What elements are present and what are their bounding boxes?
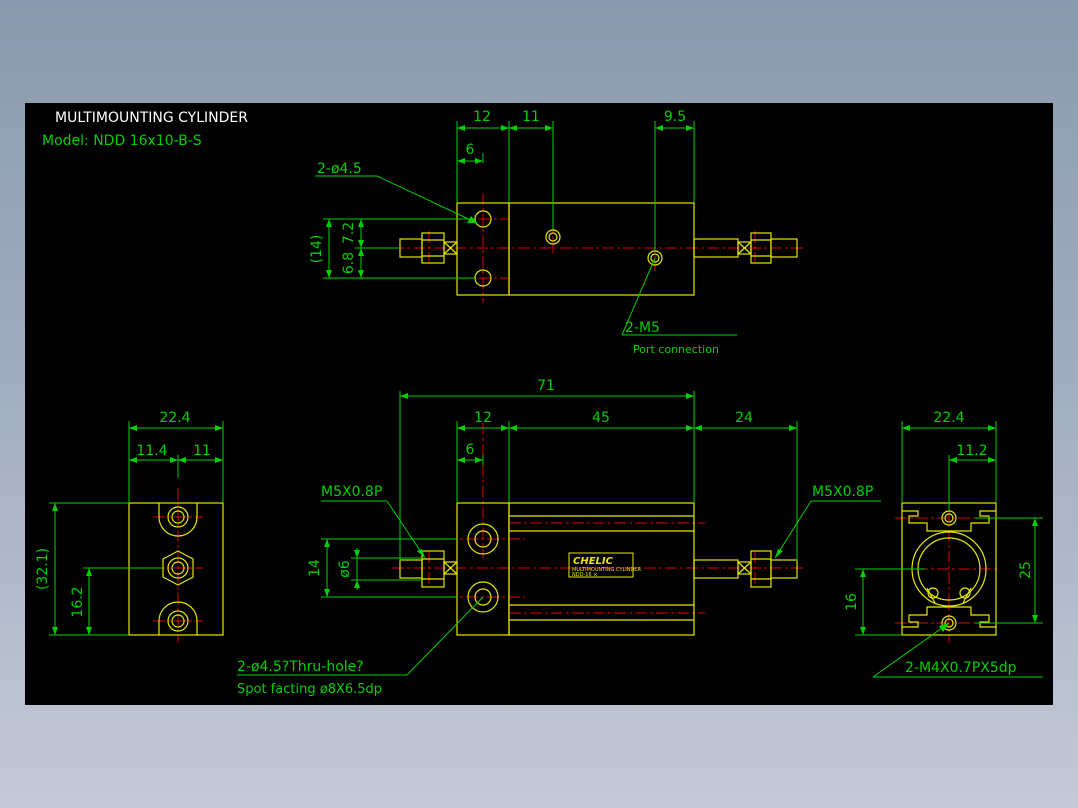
- nameplate-line2: NDD-16 ×: [572, 572, 597, 578]
- front-dim-45: 45: [592, 410, 610, 426]
- right-callout-thread: 2-M4X0.7PX5dp: [905, 660, 1017, 676]
- left-dim-11: 11: [193, 443, 211, 459]
- top-dim-7-2: 7.2: [341, 222, 357, 244]
- model-number: Model: NDD 16x10-B-S: [42, 133, 202, 149]
- front-dim-6: 6: [466, 442, 475, 458]
- top-callout-hole: 2-ø4.5: [317, 161, 362, 177]
- cad-drawing: MULTIMOUNTING CYLINDER Model: NDD 16x10-…: [35, 109, 1043, 697]
- left-dim-11-4: 11.4: [136, 443, 167, 459]
- nameplate: CHELIC MULTIMOUNTING CYLINDER NDD-16 ×: [568, 552, 641, 578]
- nameplate-brand: CHELIC: [573, 556, 614, 567]
- top-dim-12: 12: [473, 109, 491, 125]
- right-dim-16: 16: [844, 593, 860, 611]
- left-dim-22-4: 22.4: [159, 410, 190, 426]
- front-dim-71: 71: [537, 378, 555, 394]
- top-port-note: Port connection: [633, 343, 719, 356]
- front-callout-thread-left: M5X0.8P: [321, 484, 382, 500]
- right-dim-11-2: 11.2: [956, 443, 987, 459]
- front-dim-24: 24: [735, 410, 753, 426]
- right-view: 22.4 11.2 25 16 2-M4X0.7PX5dp: [844, 410, 1043, 678]
- front-callout-hole: 2-ø4.5?Thru-hole?: [237, 659, 364, 675]
- right-dim-25: 25: [1018, 561, 1034, 579]
- top-dim-6-8: 6.8: [341, 252, 357, 274]
- right-dim-22-4: 22.4: [933, 410, 964, 426]
- left-dim-16-2: 16.2: [70, 586, 86, 617]
- front-dim-14: 14: [307, 559, 323, 577]
- front-callout-spot: Spot facting ø8X6.5dp: [237, 682, 382, 697]
- front-dim-12: 12: [474, 410, 492, 426]
- top-view: 12 11 9.5 6 2-ø4.5 2-M5 (14) 7.2 6.8 Por…: [309, 109, 805, 356]
- left-dim-32-1: (32.1): [35, 548, 51, 590]
- top-dim-6: 6: [466, 142, 475, 158]
- top-dim-9-5: 9.5: [664, 109, 686, 125]
- cad-drawing-canvas[interactable]: MULTIMOUNTING CYLINDER Model: NDD 16x10-…: [25, 103, 1053, 705]
- left-view: 22.4 11.4 11 (32.1) 16.2: [35, 410, 224, 643]
- top-dim-14: (14): [309, 235, 325, 264]
- top-dim-11: 11: [522, 109, 540, 125]
- drawing-title: MULTIMOUNTING CYLINDER: [55, 110, 248, 126]
- top-callout-port: 2-M5: [625, 320, 660, 336]
- front-view: CHELIC MULTIMOUNTING CYLINDER NDD-16 × 7…: [237, 378, 881, 697]
- front-callout-thread-right: M5X0.8P: [812, 484, 873, 500]
- front-dim-phi6: ø6: [337, 560, 353, 578]
